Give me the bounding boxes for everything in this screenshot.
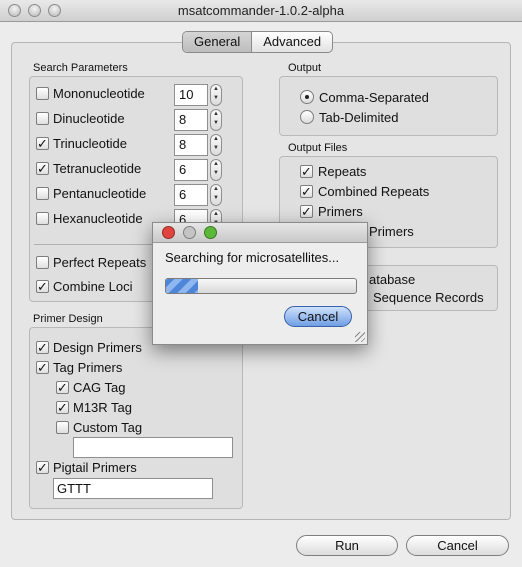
mononucleotide-stepper[interactable]: ▲ ▼: [210, 84, 222, 106]
progress-bar-fill: [166, 279, 199, 293]
repeats-checkbox[interactable]: ✓: [300, 165, 313, 178]
mononucleotide-label: Mononucleotide: [53, 86, 145, 101]
trinucleotide-stepper[interactable]: ▲ ▼: [210, 134, 222, 156]
pigtail-primers-output-label: Primers: [369, 224, 414, 239]
custom-tag-checkbox[interactable]: [56, 421, 69, 434]
custom-tag-label: Custom Tag: [73, 420, 143, 435]
dinucleotide-field[interactable]: 8: [174, 109, 208, 131]
tab-general[interactable]: General: [183, 32, 253, 52]
tab-advanced[interactable]: Advanced: [252, 32, 332, 52]
perfect-repeats-checkbox[interactable]: [36, 256, 49, 269]
dialog-cancel-button[interactable]: Cancel: [284, 306, 352, 327]
window-title: msatcommander-1.0.2-alpha: [177, 3, 345, 18]
minimize-window-icon[interactable]: [28, 4, 41, 17]
dialog-message: Searching for microsatellites...: [165, 250, 340, 265]
mononucleotide-checkbox[interactable]: [36, 87, 49, 100]
combined-repeats-label: Combined Repeats: [318, 184, 430, 199]
progress-dialog: Searching for microsatellites... Cancel: [152, 222, 368, 345]
output-title: Output: [288, 62, 322, 74]
tetranucleotide-label: Tetranucleotide: [53, 161, 142, 176]
pentanucleotide-checkbox[interactable]: [36, 187, 49, 200]
trinucleotide-label: Trinucleotide: [53, 136, 127, 151]
dinucleotide-stepper[interactable]: ▲ ▼: [210, 109, 222, 131]
pigtail-primers-checkbox[interactable]: ✓: [36, 461, 49, 474]
primers-label: Primers: [318, 204, 363, 219]
tab-bar: General Advanced: [182, 31, 334, 53]
primer-design-title: Primer Design: [33, 313, 103, 325]
search-parameters-title: Search Parameters: [33, 62, 128, 74]
combined-repeats-checkbox[interactable]: ✓: [300, 185, 313, 198]
comma-separated-radio[interactable]: [300, 90, 314, 104]
tetranucleotide-field[interactable]: 6: [174, 159, 208, 181]
pentanucleotide-label: Pentanucleotide: [53, 186, 147, 201]
database-label: atabase: [369, 272, 416, 287]
design-primers-checkbox[interactable]: ✓: [36, 341, 49, 354]
hexanucleotide-label: Hexanucleotide: [53, 211, 143, 226]
run-button[interactable]: Run: [296, 535, 398, 556]
sequence-records-label: Sequence Records: [373, 290, 484, 305]
pigtail-input[interactable]: GTTT: [53, 478, 213, 499]
combine-loci-checkbox[interactable]: ✓: [36, 280, 49, 293]
tab-delimited-radio[interactable]: [300, 110, 314, 124]
m13r-tag-label: M13R Tag: [73, 400, 133, 415]
progress-bar: [165, 278, 357, 294]
output-group: [279, 76, 498, 136]
primers-checkbox[interactable]: ✓: [300, 205, 313, 218]
tag-primers-label: Tag Primers: [53, 360, 123, 375]
dinucleotide-checkbox[interactable]: [36, 112, 49, 125]
resize-grip-icon[interactable]: [355, 332, 365, 342]
m13r-tag-checkbox[interactable]: ✓: [56, 401, 69, 414]
hexanucleotide-checkbox[interactable]: [36, 212, 49, 225]
title-bar: msatcommander-1.0.2-alpha: [0, 0, 522, 22]
custom-tag-input[interactable]: [73, 437, 233, 458]
pigtail-primers-label: Pigtail Primers: [53, 460, 137, 475]
zoom-window-icon[interactable]: [48, 4, 61, 17]
output-files-title: Output Files: [288, 142, 348, 154]
cancel-button[interactable]: Cancel: [406, 535, 509, 556]
dialog-title-bar: [153, 223, 367, 243]
perfect-repeats-label: Perfect Repeats: [53, 255, 147, 270]
cag-tag-label: CAG Tag: [73, 380, 126, 395]
dialog-zoom-icon[interactable]: [204, 226, 217, 239]
tetranucleotide-stepper[interactable]: ▲ ▼: [210, 159, 222, 181]
dialog-minimize-icon[interactable]: [183, 226, 196, 239]
cag-tag-checkbox[interactable]: ✓: [56, 381, 69, 394]
dinucleotide-label: Dinucleotide: [53, 111, 125, 126]
pentanucleotide-field[interactable]: 6: [174, 184, 208, 206]
mononucleotide-field[interactable]: 10: [174, 84, 208, 106]
close-window-icon[interactable]: [8, 4, 21, 17]
comma-separated-label: Comma-Separated: [319, 90, 429, 105]
tetranucleotide-checkbox[interactable]: ✓: [36, 162, 49, 175]
pentanucleotide-stepper[interactable]: ▲ ▼: [210, 184, 222, 206]
repeats-label: Repeats: [318, 164, 367, 179]
trinucleotide-field[interactable]: 8: [174, 134, 208, 156]
tab-delimited-label: Tab-Delimited: [319, 110, 399, 125]
tag-primers-checkbox[interactable]: ✓: [36, 361, 49, 374]
combine-loci-label: Combine Loci: [53, 279, 133, 294]
dialog-close-icon[interactable]: [162, 226, 175, 239]
design-primers-label: Design Primers: [53, 340, 142, 355]
trinucleotide-checkbox[interactable]: ✓: [36, 137, 49, 150]
